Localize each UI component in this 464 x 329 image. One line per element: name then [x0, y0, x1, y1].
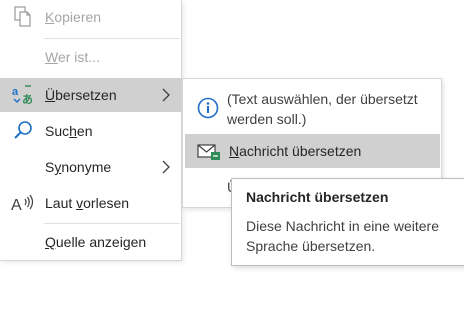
- read-aloud-icon: A: [11, 191, 35, 215]
- menu-item-read-aloud[interactable]: A Laut vorlesen: [0, 186, 181, 220]
- svg-text:A: A: [11, 197, 22, 214]
- menu-item-label: Übersetzen: [45, 87, 117, 103]
- chevron-right-icon: [162, 88, 170, 102]
- menu-separator: [44, 38, 180, 39]
- menu-item-search[interactable]: Suchen: [0, 114, 181, 148]
- tooltip: Nachricht übersetzen Diese Nachricht in …: [231, 178, 464, 266]
- menu-item-label: Quelle anzeigen: [45, 234, 147, 250]
- search-icon: [11, 119, 35, 143]
- menu-item-show-source[interactable]: Quelle anzeigen: [0, 225, 181, 259]
- translate-message-item[interactable]: Nachricht übersetzen: [185, 134, 440, 168]
- chevron-right-icon: [162, 160, 170, 174]
- menu-item-copy[interactable]: Kopieren: [0, 0, 181, 34]
- menu-item-translate[interactable]: a あ Übersetzen: [0, 78, 181, 112]
- translate-icon: a あ: [11, 83, 35, 107]
- menu-item-synonyms[interactable]: Synonyme: [0, 150, 181, 184]
- tooltip-title: Nachricht übersetzen: [246, 189, 389, 205]
- info-icon: [197, 97, 219, 119]
- translate-info: (Text auswählen, der übersetzt werden so…: [183, 85, 441, 131]
- tooltip-body: Diese Nachricht in eine weitere Sprache …: [246, 218, 439, 254]
- translate-info-text: (Text auswählen, der übersetzt werden so…: [227, 91, 418, 127]
- menu-item-who-is[interactable]: Wer ist...: [0, 40, 181, 74]
- menu-separator: [44, 223, 180, 224]
- menu-item-label: Synonyme: [45, 159, 112, 175]
- translate-message-icon: [197, 144, 220, 160]
- menu-item-label: Laut vorlesen: [45, 195, 130, 211]
- context-menu: Kopieren Wer ist... a あ Übersetzen Suche…: [0, 0, 182, 261]
- svg-text:a: a: [12, 86, 19, 98]
- menu-item-label: Suchen: [45, 123, 93, 139]
- svg-text:あ: あ: [22, 93, 33, 106]
- menu-item-label: Wer ist...: [45, 49, 100, 65]
- menu-item-label: Kopieren: [45, 9, 102, 25]
- copy-icon: [11, 5, 35, 29]
- translate-message-label: Nachricht übersetzen: [229, 143, 362, 159]
